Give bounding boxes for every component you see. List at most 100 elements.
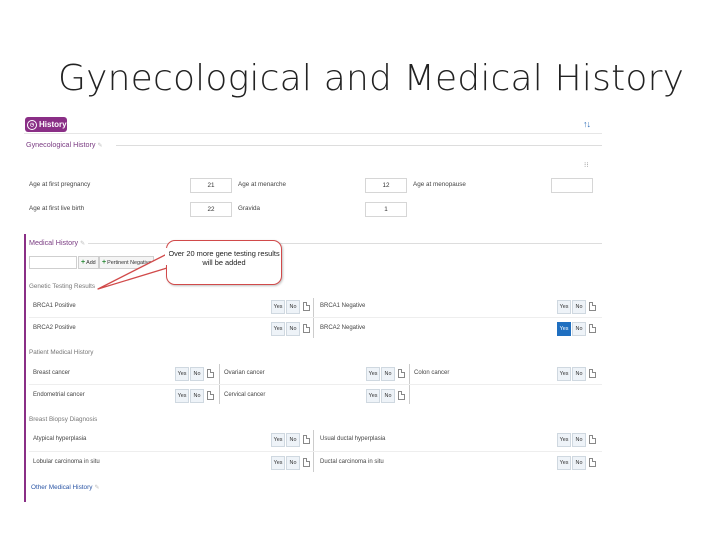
slide-title: Gynecological and Medical History xyxy=(58,58,685,99)
row-label: Ovarian cancer xyxy=(224,370,265,376)
sort-arrows-icon[interactable]: ↑↓ xyxy=(583,119,591,129)
gravida-input[interactable]: 1 xyxy=(365,202,407,217)
row-label: BRCA2 Negative xyxy=(320,325,366,331)
field-label: Age at menarche xyxy=(238,181,286,188)
no-option[interactable]: No xyxy=(286,456,300,470)
callout-text: Over 20 more gene testing results will b… xyxy=(168,249,280,267)
other-medical-history-link[interactable]: Other Medical History xyxy=(31,484,92,491)
document-icon[interactable] xyxy=(303,302,310,311)
history-badge-label: History xyxy=(39,120,67,129)
no-option[interactable]: No xyxy=(572,433,586,447)
no-option[interactable]: No xyxy=(381,389,395,403)
yes-no-toggle[interactable]: Yes No xyxy=(366,367,405,381)
biopsy-section-title: Breast Biopsy Diagnosis xyxy=(29,416,98,423)
gyn-section-heading: Gynecological History ✎ xyxy=(26,140,103,149)
yes-no-toggle[interactable]: Yes No xyxy=(557,367,596,381)
row-label: Lobular carcinoma in situ xyxy=(33,459,100,465)
yes-no-toggle[interactable]: Yes No xyxy=(175,389,214,403)
row-label: BRCA1 Negative xyxy=(320,303,366,309)
pencil-icon[interactable]: ✎ xyxy=(94,485,99,491)
yes-option[interactable]: Yes xyxy=(557,367,571,381)
field-label: Age at menopause xyxy=(413,181,466,188)
patient-section-title: Patient Medical History xyxy=(29,349,94,356)
yes-option[interactable]: Yes xyxy=(175,389,189,403)
no-option[interactable]: No xyxy=(286,433,300,447)
callout-box: Over 20 more gene testing results will b… xyxy=(166,240,282,285)
row-separator xyxy=(29,317,602,318)
age-menarche-input[interactable]: 12 xyxy=(365,178,407,193)
yes-no-toggle[interactable]: Yes No xyxy=(557,433,596,447)
yes-no-toggle[interactable]: Yes No xyxy=(271,456,310,470)
row-label: Endometrial cancer xyxy=(33,392,85,398)
grid-dots-icon[interactable]: ⁝⁝ xyxy=(584,162,588,169)
history-panel: ◷ History ↑↓ Gynecological History ✎ ⁝⁝ A… xyxy=(24,114,602,502)
no-option[interactable]: No xyxy=(286,300,300,314)
row-label: BRCA1 Positive xyxy=(33,303,76,309)
yes-no-toggle[interactable]: Yes No xyxy=(271,322,310,336)
document-icon[interactable] xyxy=(589,458,596,467)
age-menopause-input[interactable] xyxy=(551,178,593,193)
document-icon[interactable] xyxy=(589,435,596,444)
yes-no-toggle[interactable]: Yes No xyxy=(557,456,596,470)
no-option[interactable]: No xyxy=(572,367,586,381)
pencil-icon[interactable]: ✎ xyxy=(98,143,103,149)
document-icon[interactable] xyxy=(589,302,596,311)
yes-option[interactable]: Yes xyxy=(557,433,571,447)
no-option[interactable]: No xyxy=(572,300,586,314)
divider xyxy=(116,145,602,146)
field-label: Age at first pregnancy xyxy=(29,181,91,188)
document-icon[interactable] xyxy=(207,369,214,378)
callout-pointer xyxy=(97,253,168,290)
no-option[interactable]: No xyxy=(572,322,586,336)
document-icon[interactable] xyxy=(589,369,596,378)
age-first-live-birth-input[interactable]: 22 xyxy=(190,202,232,217)
age-first-pregnancy-input[interactable]: 21 xyxy=(190,178,232,193)
field-label: Age at first live birth xyxy=(29,205,85,212)
row-label: Atypical hyperplasia xyxy=(33,436,87,442)
yes-option[interactable]: Yes xyxy=(366,389,380,403)
column-divider xyxy=(313,298,314,338)
yes-no-toggle[interactable]: Yes No xyxy=(557,300,596,314)
yes-option[interactable]: Yes xyxy=(271,456,285,470)
yes-no-toggle[interactable]: Yes No xyxy=(175,367,214,381)
other-medical-history-row: Other Medical History ✎ xyxy=(31,484,99,491)
yes-no-toggle[interactable]: Yes No xyxy=(557,322,596,336)
row-label: Ductal carcinoma in situ xyxy=(320,459,384,465)
document-icon[interactable] xyxy=(303,324,310,333)
document-icon[interactable] xyxy=(207,391,214,400)
history-badge[interactable]: ◷ History xyxy=(25,117,67,132)
document-icon[interactable] xyxy=(589,324,596,333)
history-header xyxy=(24,114,602,134)
no-option[interactable]: No xyxy=(190,367,204,381)
history-icon: ◷ xyxy=(27,119,37,130)
document-icon[interactable] xyxy=(398,391,405,400)
yes-option[interactable]: Yes xyxy=(557,300,571,314)
yes-option[interactable]: Yes xyxy=(271,300,285,314)
gyn-section-title: Gynecological History xyxy=(26,140,96,149)
row-label: Breast cancer xyxy=(33,370,71,376)
callout-joint xyxy=(165,248,169,265)
no-option[interactable]: No xyxy=(190,389,204,403)
yes-option[interactable]: Yes xyxy=(271,433,285,447)
yes-no-toggle[interactable]: Yes No xyxy=(271,300,310,314)
yes-option[interactable]: Yes xyxy=(175,367,189,381)
document-icon[interactable] xyxy=(303,435,310,444)
document-icon[interactable] xyxy=(303,458,310,467)
row-label: Cervical cancer xyxy=(224,392,266,398)
yes-option-selected[interactable]: Yes xyxy=(557,322,571,336)
yes-no-toggle[interactable]: Yes No xyxy=(366,389,405,403)
no-option[interactable]: No xyxy=(381,367,395,381)
yes-no-toggle[interactable]: Yes No xyxy=(271,433,310,447)
document-icon[interactable] xyxy=(398,369,405,378)
field-label: Gravida xyxy=(238,205,261,212)
no-option[interactable]: No xyxy=(286,322,300,336)
row-label: Colon cancer xyxy=(414,370,450,376)
row-label: BRCA2 Positive xyxy=(33,325,76,331)
row-label: Usual ductal hyperplasia xyxy=(320,436,386,442)
yes-option[interactable]: Yes xyxy=(557,456,571,470)
no-option[interactable]: No xyxy=(572,456,586,470)
row-separator xyxy=(29,384,602,385)
yes-option[interactable]: Yes xyxy=(366,367,380,381)
yes-option[interactable]: Yes xyxy=(271,322,285,336)
row-separator xyxy=(29,451,602,452)
